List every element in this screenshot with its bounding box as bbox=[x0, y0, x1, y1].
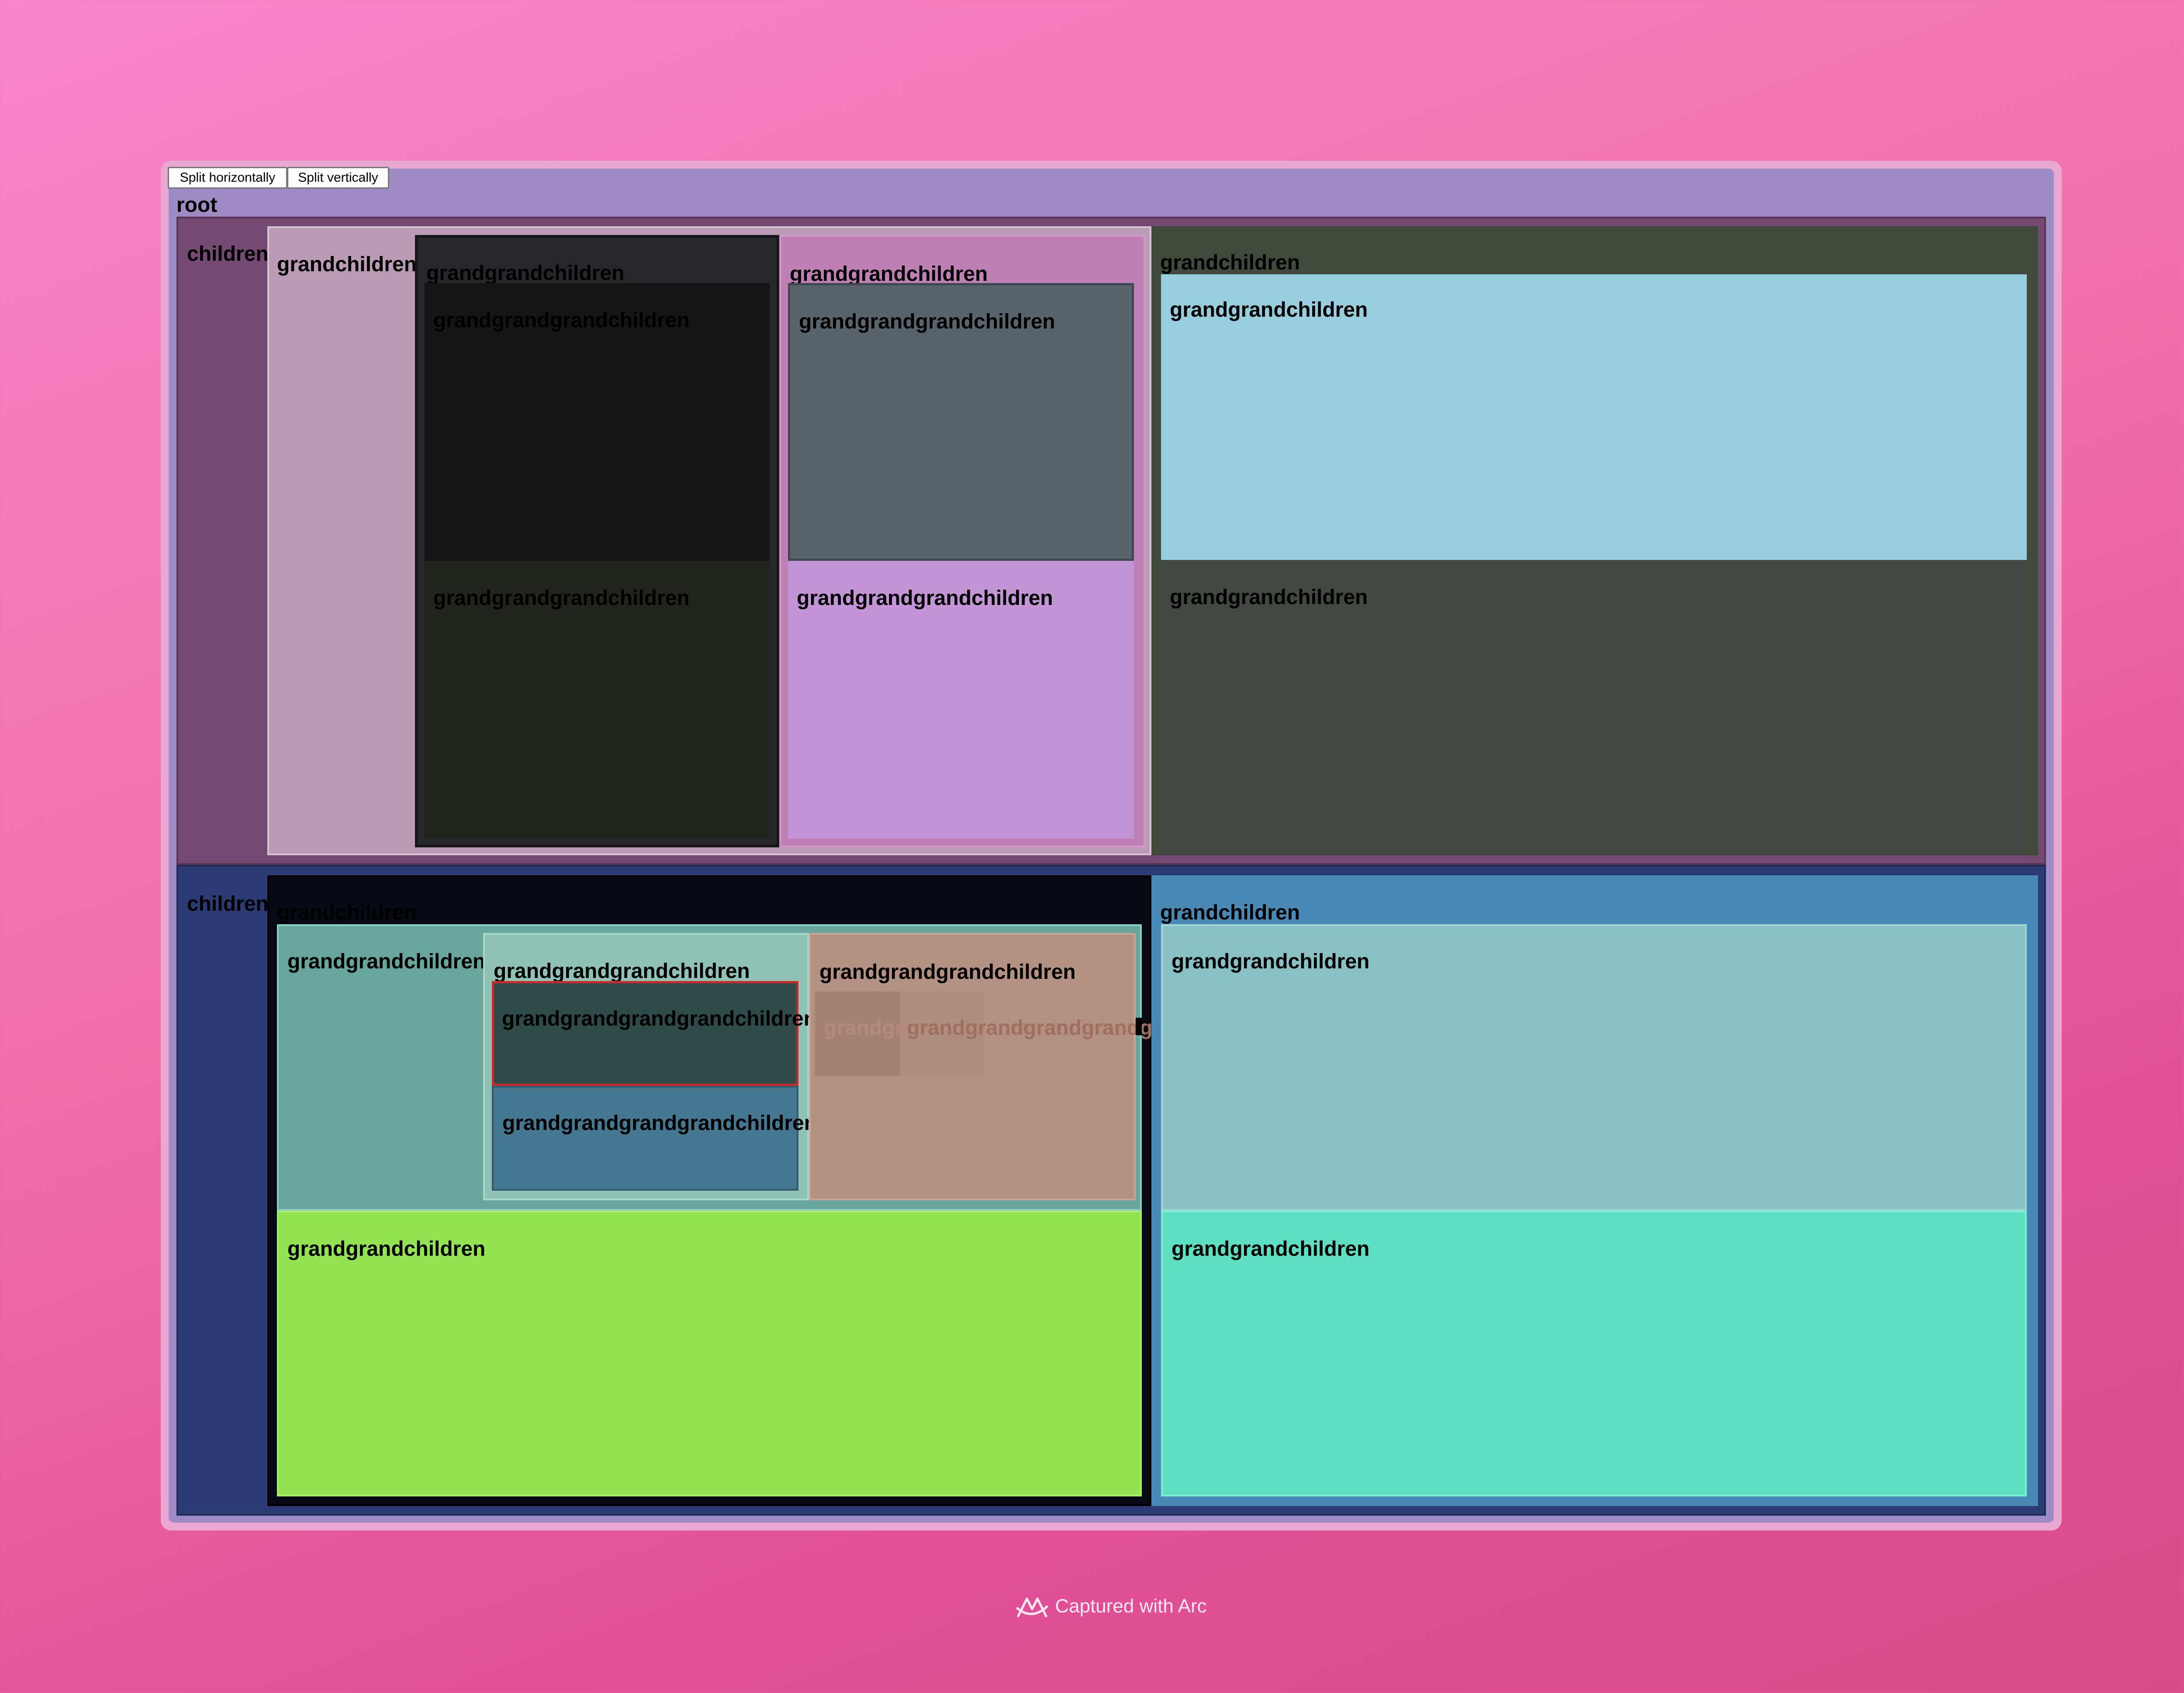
root-label: root bbox=[176, 193, 218, 217]
bottom-ggggc-blue-panel[interactable]: grandgrandgrandgrandchildren bbox=[492, 1086, 817, 1191]
top-ggc-lightblue-panel[interactable]: grandgrandchildren bbox=[1161, 274, 2027, 560]
bottom-ggc-seafoam-label: grandgrandchildren bbox=[1171, 950, 1370, 973]
bottom-gggc-tan-label: grandgrandgrandchildren bbox=[819, 961, 1076, 984]
bottom-grandchildren-b-label: grandchildren bbox=[1160, 901, 1300, 924]
top-gggc-lavender-label: grandgrandgrandchildren bbox=[797, 587, 1053, 610]
overflow-clip-mark bbox=[1136, 1018, 1142, 1035]
top-gggc-olive-panel[interactable]: grandgrandgrandchildren bbox=[425, 561, 770, 839]
top-gggc-black-panel[interactable]: grandgrandgrandchildren bbox=[425, 283, 770, 561]
bottom-ggc-aqua-label: grandgrandchildren bbox=[1171, 1237, 1370, 1261]
top-ggc-charcoal-panel[interactable]: grandgrandchildren bbox=[1161, 560, 2027, 855]
split-horizontally-button[interactable]: Split horizontally bbox=[168, 167, 287, 189]
top-gggc-slate-label: grandgrandgrandchildren bbox=[799, 310, 1055, 333]
top-gggc-olive-label: grandgrandgrandchildren bbox=[433, 587, 690, 610]
bottom-ggc-green-panel[interactable]: grandgrandchildren bbox=[277, 1211, 1142, 1496]
top-grandchildren-b-label: grandchildren bbox=[1160, 251, 1300, 274]
top-gggc-black-label: grandgrandgrandchildren bbox=[433, 309, 690, 332]
top-ggc-pink-label: grandgrandchildren bbox=[790, 263, 988, 286]
bottom-ggggc-dark-label: grandgrandgrandgrandchildren bbox=[502, 1007, 817, 1030]
top-ggc-dark-label: grandgrandchildren bbox=[426, 262, 625, 285]
bottom-gggc-mint-label: grandgrandgrandchildren bbox=[494, 960, 750, 983]
bottom-ggc-seafoam-panel[interactable]: grandgrandchildren bbox=[1161, 924, 2027, 1211]
top-ggc-charcoal-label: grandgrandchildren bbox=[1170, 586, 1368, 609]
top-gggc-slate-panel[interactable]: grandgrandgrandchildren bbox=[788, 283, 1134, 561]
arc-logo-icon bbox=[1016, 1597, 1048, 1617]
bottom-ggggc-blue-label: grandgrandgrandgrandchildren bbox=[502, 1112, 817, 1135]
bottom-ggc-teal-label: grandgrandchildren bbox=[287, 950, 486, 973]
top-children-label: children bbox=[187, 242, 269, 266]
capture-footer-text: Captured with Arc bbox=[1055, 1595, 1207, 1617]
top-ggc-lightblue-label: grandgrandchildren bbox=[1170, 298, 1368, 321]
bottom-ggc-aqua-panel[interactable]: grandgrandchildren bbox=[1161, 1211, 2027, 1496]
bottom-ggggc-dark-panel[interactable]: grandgrandgrandgrandchildren bbox=[492, 981, 816, 1086]
capture-footer: Captured with Arc bbox=[0, 1594, 2184, 1620]
bottom-ggc-green-label: grandgrandchildren bbox=[287, 1237, 486, 1261]
split-vertically-button[interactable]: Split vertically bbox=[287, 167, 389, 189]
bottom-children-label: children bbox=[187, 892, 269, 916]
top-grandchildren-a-label: grandchildren bbox=[277, 253, 417, 276]
bottom-grandchildren-a-label: grandchildren bbox=[277, 901, 417, 924]
top-gggc-lavender-panel[interactable]: grandgrandgrandchildren bbox=[788, 561, 1134, 839]
